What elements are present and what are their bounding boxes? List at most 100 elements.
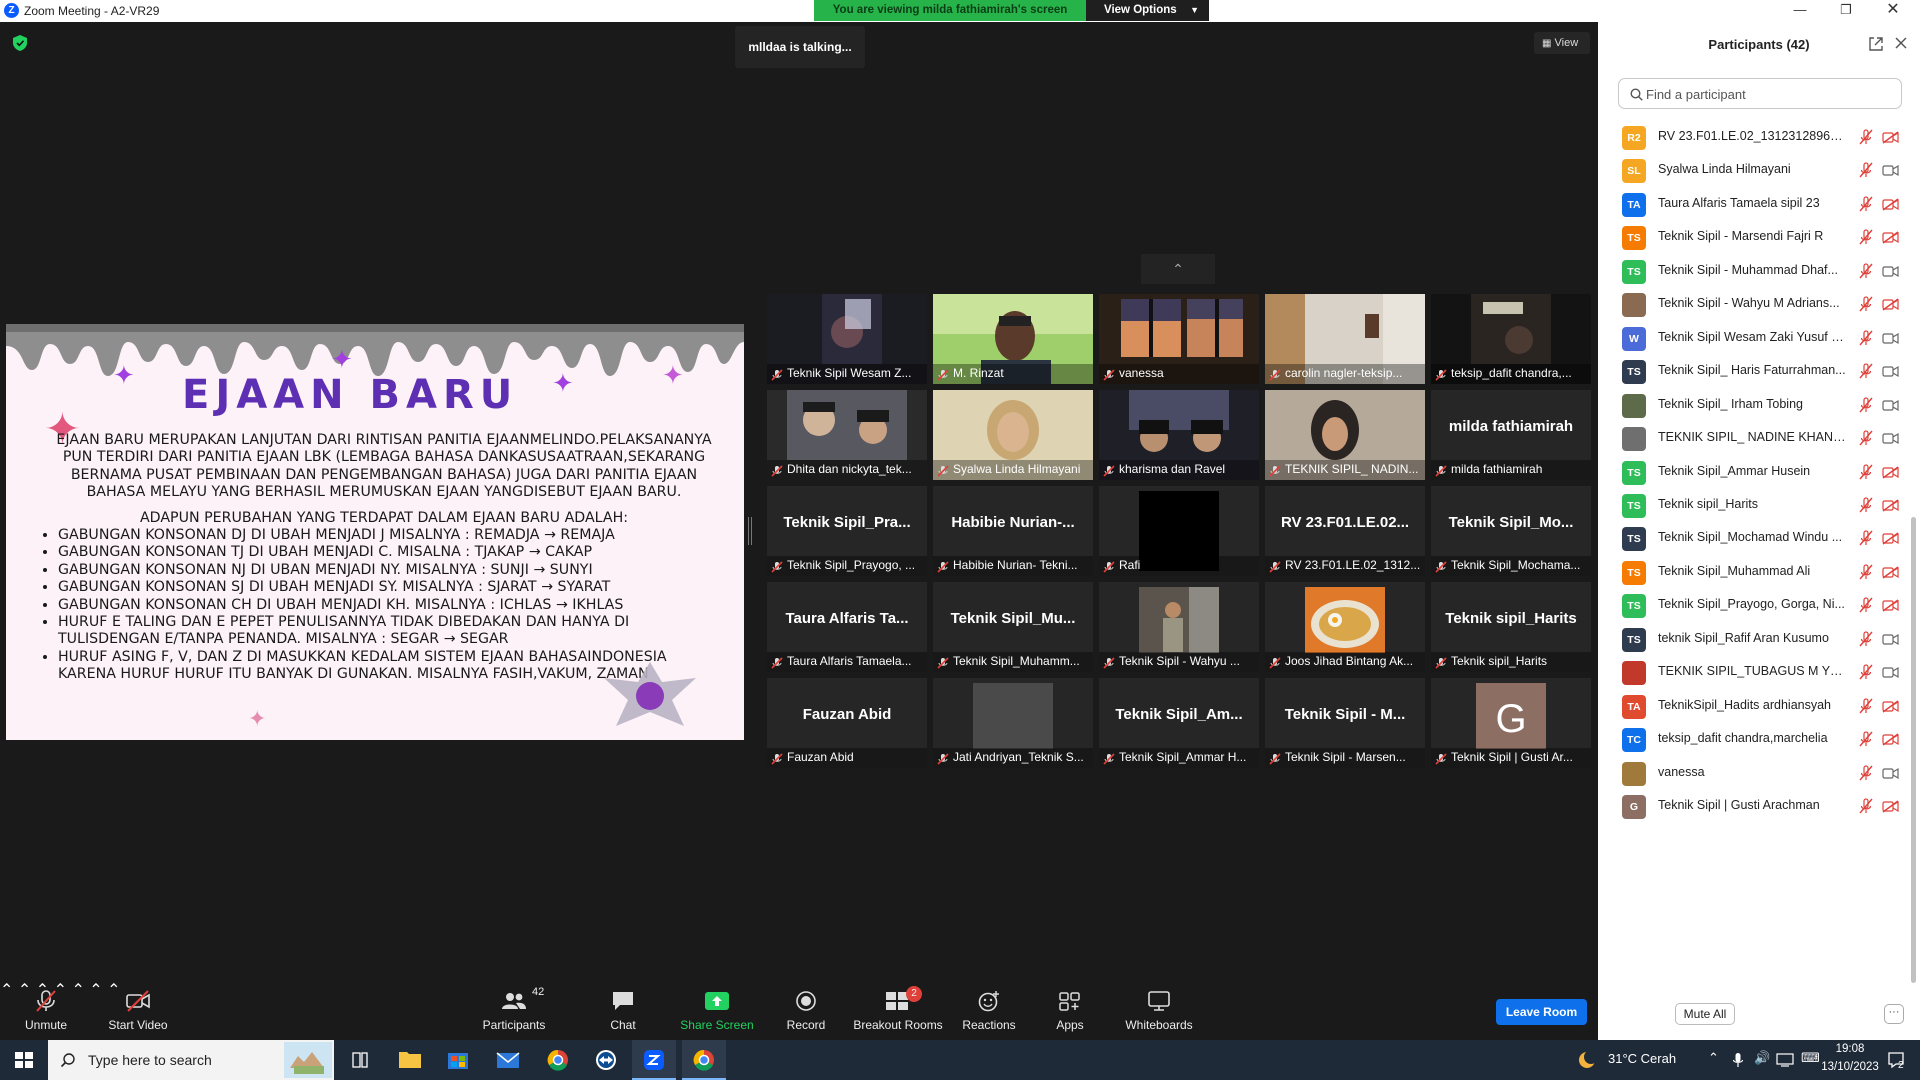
video-off-icon[interactable] (1882, 566, 1899, 579)
video-off-icon[interactable] (1882, 298, 1899, 311)
video-off-icon[interactable] (1882, 532, 1899, 545)
video-tile[interactable]: G Teknik Sipil | Gusti Ar... (1431, 678, 1591, 768)
video-tile[interactable]: Teknik sipil_Harits Teknik sipil_Harits (1431, 582, 1591, 672)
view-options-button[interactable]: View Options ▼ (1086, 0, 1209, 21)
zoom-taskbar-app[interactable] (632, 1040, 676, 1080)
record-button[interactable]: Record (786, 980, 826, 1040)
video-off-icon[interactable] (1882, 198, 1899, 211)
taskbar-search-box[interactable]: Type here to search (48, 1040, 334, 1080)
microphone-muted-icon[interactable] (1859, 631, 1873, 647)
video-tile[interactable]: kharisma dan Ravel (1099, 390, 1259, 480)
microphone-muted-icon[interactable] (1859, 430, 1873, 446)
leave-room-button[interactable]: Leave Room (1496, 999, 1587, 1025)
weather-text[interactable]: 31°C Cerah (1608, 1051, 1676, 1066)
microphone-muted-icon[interactable] (1859, 463, 1873, 480)
microphone-muted-icon[interactable] (1859, 196, 1873, 212)
more-options-button[interactable]: ··· (1884, 1004, 1904, 1024)
video-tile[interactable]: Teknik Sipil Wesam Z... (767, 294, 927, 384)
video-tile[interactable]: Habibie Nurian-... Habibie Nurian- Tekni.… (933, 486, 1093, 576)
video-icon[interactable] (1882, 164, 1899, 177)
participants-button[interactable]: 42 Participants (480, 980, 548, 1040)
microphone-icon[interactable] (1732, 1052, 1744, 1068)
video-tile[interactable]: Teknik Sipil_Am... Teknik Sipil_Ammar H..… (1099, 678, 1259, 768)
security-shield-icon[interactable] (13, 35, 27, 51)
scrollbar-thumb[interactable] (1911, 517, 1916, 983)
clock-time[interactable]: 19:08 (1818, 1043, 1882, 1055)
video-icon[interactable] (1882, 399, 1899, 412)
microphone-muted-icon[interactable] (1859, 731, 1873, 747)
microphone-muted-icon[interactable] (1859, 162, 1873, 178)
apps-options-caret[interactable]: ⌃ (89, 982, 102, 999)
video-icon[interactable] (1882, 633, 1899, 646)
breakout-rooms-button[interactable]: 2 Breakout Rooms (852, 980, 944, 1040)
video-tile[interactable]: Jati Andriyan_Teknik S... (933, 678, 1093, 768)
mail-app[interactable] (486, 1040, 530, 1080)
chevron-up-icon[interactable]: ⌃ (1708, 1050, 1719, 1066)
video-off-icon[interactable] (1882, 499, 1899, 512)
whiteboards-button[interactable]: Whiteboards (1124, 980, 1194, 1040)
minimize-button[interactable]: — (1777, 0, 1823, 22)
video-off-icon[interactable] (1882, 599, 1899, 612)
video-tile[interactable]: Teknik Sipil_Mo... Teknik Sipil_Mochama..… (1431, 486, 1591, 576)
video-tile[interactable]: teksip_dafit chandra,... (1431, 294, 1591, 384)
microphone-muted-icon[interactable] (1859, 664, 1873, 680)
video-tile[interactable]: carolin nagler-teksip... (1265, 294, 1425, 384)
video-tile[interactable]: Teknik Sipil - Wahyu ... (1099, 582, 1259, 672)
microphone-muted-icon[interactable] (1859, 764, 1873, 781)
video-icon[interactable] (1882, 432, 1899, 445)
video-tile[interactable]: RV 23.F01.LE.02... RV 23.F01.LE.02_1312..… (1265, 486, 1425, 576)
video-tile[interactable]: Teknik Sipil_Pra... Teknik Sipil_Prayogo,… (767, 486, 927, 576)
video-tile[interactable]: Taura Alfaris Ta... Taura Alfaris Tamaela… (767, 582, 927, 672)
start-video-button[interactable]: Start Video (104, 980, 172, 1040)
popout-icon[interactable] (1868, 36, 1884, 52)
network-icon[interactable] (1776, 1053, 1794, 1067)
microphone-muted-icon[interactable] (1859, 263, 1873, 279)
task-view-button[interactable] (338, 1040, 382, 1080)
microphone-muted-icon[interactable] (1859, 296, 1873, 312)
video-off-icon[interactable] (1882, 131, 1899, 144)
microphone-muted-icon[interactable] (1859, 129, 1873, 145)
clock-date[interactable]: 13/10/2023 (1818, 1061, 1882, 1073)
apps-button[interactable]: Apps (1052, 980, 1088, 1040)
video-tile[interactable]: Teknik Sipil - M... Teknik Sipil - Marsen… (1265, 678, 1425, 768)
close-icon[interactable] (1894, 36, 1908, 50)
chrome-app[interactable] (536, 1040, 580, 1080)
file-explorer-app[interactable] (388, 1040, 432, 1080)
video-tile[interactable]: Joos Jihad Bintang Ak... (1265, 582, 1425, 672)
chat-button[interactable]: Chat (605, 980, 641, 1040)
close-window-button[interactable]: ✕ (1870, 0, 1916, 22)
maximize-button[interactable]: ❐ (1823, 0, 1869, 22)
microphone-muted-icon[interactable] (1859, 530, 1873, 546)
microphone-muted-icon[interactable] (1859, 229, 1873, 245)
microphone-muted-icon[interactable] (1859, 798, 1873, 814)
video-tile[interactable]: Syalwa Linda Hilmayani (933, 390, 1093, 480)
microphone-muted-icon[interactable] (1859, 396, 1873, 413)
microphone-muted-icon[interactable] (1859, 698, 1873, 714)
video-icon[interactable] (1882, 365, 1899, 378)
video-off-icon[interactable] (1882, 700, 1899, 713)
weather-moon-icon[interactable] (1576, 1049, 1598, 1071)
video-tile[interactable]: vanessa (1099, 294, 1259, 384)
mute-all-button[interactable]: Mute All (1675, 1003, 1735, 1025)
microphone-muted-icon[interactable] (1859, 330, 1873, 346)
keyboard-icon[interactable]: ⌨ (1801, 1050, 1820, 1066)
participant-search[interactable] (1618, 78, 1902, 109)
windows-start-icon[interactable] (0, 1040, 48, 1080)
video-icon[interactable] (1882, 767, 1899, 780)
chrome-profile-app[interactable] (682, 1040, 726, 1080)
video-off-icon[interactable] (1882, 465, 1899, 479)
video-tile[interactable]: milda fathiamirah milda fathiamirah (1431, 390, 1591, 480)
view-button[interactable]: ▦ View (1534, 32, 1590, 54)
video-tile[interactable]: Teknik Sipil_Mu... Teknik Sipil_Muhamm... (933, 582, 1093, 672)
video-tile[interactable]: TEKNIK SIPIL_ NADIN... (1265, 390, 1425, 480)
store-app[interactable] (436, 1040, 480, 1080)
teamviewer-app[interactable] (584, 1040, 628, 1080)
gallery-scroll-up-button[interactable]: ⌃ (1141, 254, 1215, 284)
video-off-icon[interactable] (1882, 733, 1899, 746)
video-icon[interactable] (1882, 265, 1899, 278)
microphone-muted-icon[interactable] (1859, 363, 1873, 379)
reactions-button[interactable]: Reactions (960, 980, 1018, 1040)
video-icon[interactable] (1882, 332, 1899, 345)
participant-row[interactable]: G Teknik Sipil | Gusti Arachman (1598, 785, 1910, 826)
share-screen-button[interactable]: Share Screen (680, 980, 754, 1040)
